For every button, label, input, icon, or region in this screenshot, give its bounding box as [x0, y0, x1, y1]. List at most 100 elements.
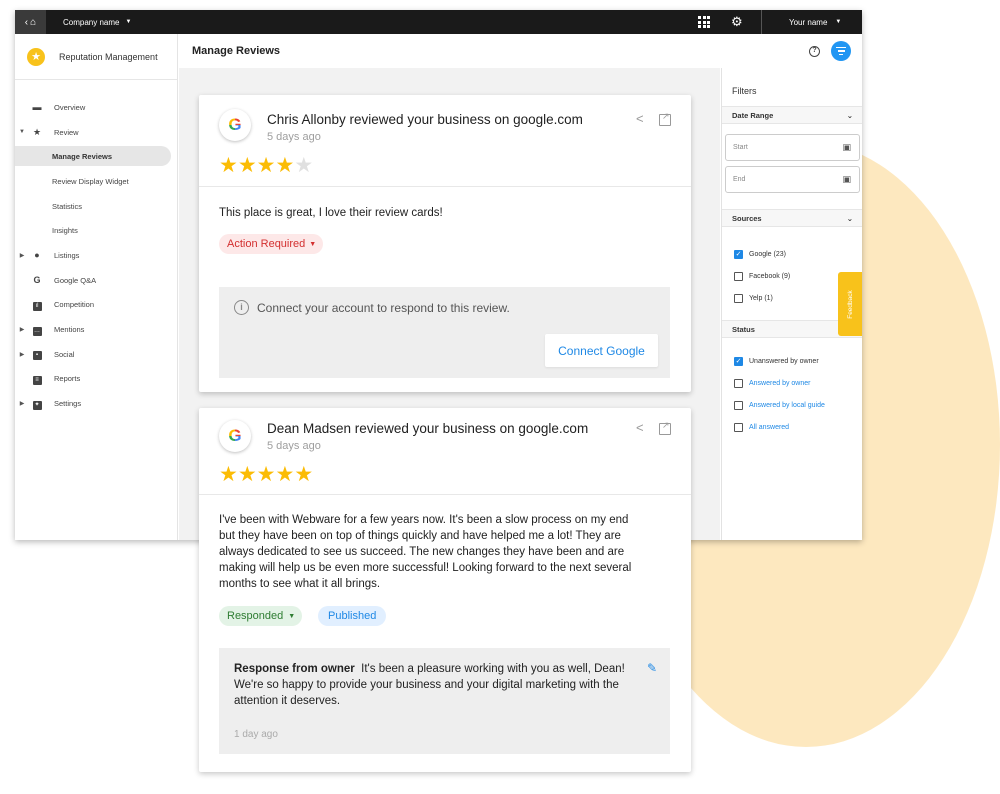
date-range-section[interactable]: Date Range ⌄ [722, 106, 862, 124]
caret-right-icon: ▶ [19, 252, 25, 259]
page-title: Manage Reviews [192, 45, 281, 57]
sidebar-item-insights[interactable]: Insights [15, 218, 178, 243]
divider [761, 10, 762, 34]
chip-label: Responded [227, 610, 284, 622]
sidebar-item-listings[interactable]: ▶ ● Listings [15, 243, 178, 268]
checkbox-label: Unanswered by owner [749, 357, 819, 365]
star-icon: ★ [275, 463, 295, 486]
help-icon[interactable]: ? [809, 46, 820, 57]
google-icon: G [33, 275, 41, 286]
location-pin-icon: ● [34, 250, 40, 261]
chevron-down-icon: ⌄ [846, 110, 853, 120]
sidebar-item-settings[interactable]: ▶ ✦ Settings [15, 391, 178, 416]
source-yelp-checkbox[interactable]: Yelp (1) [734, 292, 773, 304]
connect-account-box: i Connect your account to respond to thi… [219, 287, 670, 378]
caret-down-icon: ▼ [19, 129, 25, 136]
star-icon: ★ [219, 154, 238, 177]
status-answered-guide-checkbox[interactable]: Answered by local guide [734, 399, 825, 411]
section-label: Status [732, 324, 755, 334]
checkbox-checked-icon[interactable]: ✓ [734, 356, 743, 366]
star-icon: ★ [256, 463, 276, 486]
divider [199, 186, 691, 187]
sidebar-item-social[interactable]: ▶ ▪ Social [15, 342, 178, 367]
calendar-icon[interactable]: ▣ [842, 142, 851, 153]
checkbox-icon[interactable] [734, 271, 743, 281]
review-title: Dean Madsen reviewed your business on go… [267, 421, 589, 436]
status-all-answered-checkbox[interactable]: All answered [734, 421, 789, 433]
apps-grid-icon[interactable] [697, 15, 711, 29]
status-chip-responded[interactable]: Responded ▼ [219, 606, 303, 626]
end-date-input[interactable]: End ▣ [725, 166, 860, 193]
caret-right-icon: ▶ [19, 401, 25, 408]
open-external-icon[interactable] [659, 111, 671, 126]
user-menu[interactable]: Your name ▼ [789, 10, 841, 34]
caret-right-icon: ▶ [19, 351, 25, 358]
status-unanswered-checkbox[interactable]: ✓ Unanswered by owner [734, 355, 819, 367]
checkbox-icon[interactable] [734, 293, 743, 303]
review-time: 5 days ago [267, 440, 321, 452]
checkbox-checked-icon[interactable]: ✓ [734, 249, 743, 259]
sidebar-item-google-qa[interactable]: G Google Q&A [15, 268, 178, 293]
gear-icon[interactable]: ⚙ [731, 13, 743, 31]
sidebar-item-label: Review Display Widget [52, 176, 129, 186]
caret-down-icon: ▼ [288, 612, 296, 620]
star-icon: ★ [237, 463, 257, 486]
company-name: Company name [63, 17, 120, 27]
feedback-tab[interactable]: Feedback [838, 272, 862, 336]
company-selector[interactable]: Company name ▼ [63, 10, 131, 34]
checkbox-label: Facebook (9) [749, 272, 791, 280]
filter-button[interactable] [831, 41, 851, 61]
sidebar-item-mentions[interactable]: ▶ … Mentions [15, 317, 178, 342]
brand: ★ Reputation Management [15, 34, 177, 80]
checkbox-label: Answered by local guide [749, 401, 825, 409]
review-card: G Chris Allonby reviewed your business o… [199, 95, 691, 392]
home-icon: ⌂ [30, 16, 37, 28]
share-icon[interactable]: < [636, 420, 644, 435]
caret-down-icon: ▼ [125, 19, 132, 25]
sidebar-item-competition[interactable]: ıl Competition [15, 293, 178, 318]
source-google-checkbox[interactable]: ✓ Google (23) [734, 248, 786, 260]
sidebar-item-reports[interactable]: ≡ Reports [15, 367, 178, 392]
sidebar-item-review-display-widget[interactable]: Review Display Widget [15, 169, 178, 194]
connect-message: Connect your account to respond to this … [257, 301, 510, 315]
chevron-down-icon: ⌄ [846, 213, 853, 223]
star-rating: ★★★★★ [219, 462, 313, 487]
home-button[interactable]: ‹ ⌂ [15, 10, 46, 34]
checkbox-icon[interactable] [734, 422, 743, 432]
open-external-icon[interactable] [659, 420, 671, 435]
sidebar-item-review[interactable]: ▼ ★ Review [15, 120, 178, 145]
calendar-icon[interactable]: ▣ [842, 174, 851, 185]
checkbox-icon[interactable] [734, 378, 743, 388]
sidebar-item-label: Mentions [54, 325, 85, 335]
bar-chart-icon: ıl [30, 299, 44, 311]
review-body: I've been with Webware for a few years n… [219, 514, 632, 590]
checkbox-label: Answered by owner [749, 379, 811, 387]
sidebar-item-label: Listings [54, 250, 80, 260]
sources-section[interactable]: Sources ⌄ [722, 209, 862, 227]
user-name: Your name [789, 17, 828, 27]
edit-pencil-icon[interactable]: ✎ [647, 661, 657, 675]
sidebar-item-statistics[interactable]: Statistics [15, 194, 178, 219]
sidebar-item-manage-reviews[interactable]: Manage Reviews [15, 144, 178, 169]
connect-google-button[interactable]: Connect Google [545, 334, 658, 367]
section-label: Date Range [732, 110, 774, 120]
share-icon[interactable]: < [636, 111, 644, 126]
start-date-input[interactable]: Start ▣ [725, 134, 860, 161]
sidebar-item-label: Insights [52, 226, 78, 236]
source-facebook-checkbox[interactable]: Facebook (9) [734, 270, 790, 282]
sidebar-item-label: Social [54, 349, 75, 359]
response-label: Response from owner [234, 663, 355, 675]
owner-response-box: Response from owner It's been a pleasure… [219, 648, 670, 754]
response-text: Response from owner It's been a pleasure… [234, 661, 634, 709]
star-empty-icon: ★ [294, 154, 314, 177]
checkbox-icon[interactable] [734, 400, 743, 410]
filters-title: Filters [732, 86, 757, 96]
feedback-label: Feedback [846, 289, 854, 319]
checkbox-label: Yelp (1) [749, 294, 773, 302]
status-chip-action-required[interactable]: Action Required ▼ [219, 234, 324, 254]
star-icon: ★ [32, 126, 42, 137]
sidebar-item-overview[interactable]: ▬ Overview [15, 95, 178, 120]
overview-icon: ▬ [32, 102, 42, 113]
status-answered-owner-checkbox[interactable]: Answered by owner [734, 377, 810, 389]
sidebar-item-label: Manage Reviews [52, 152, 113, 162]
